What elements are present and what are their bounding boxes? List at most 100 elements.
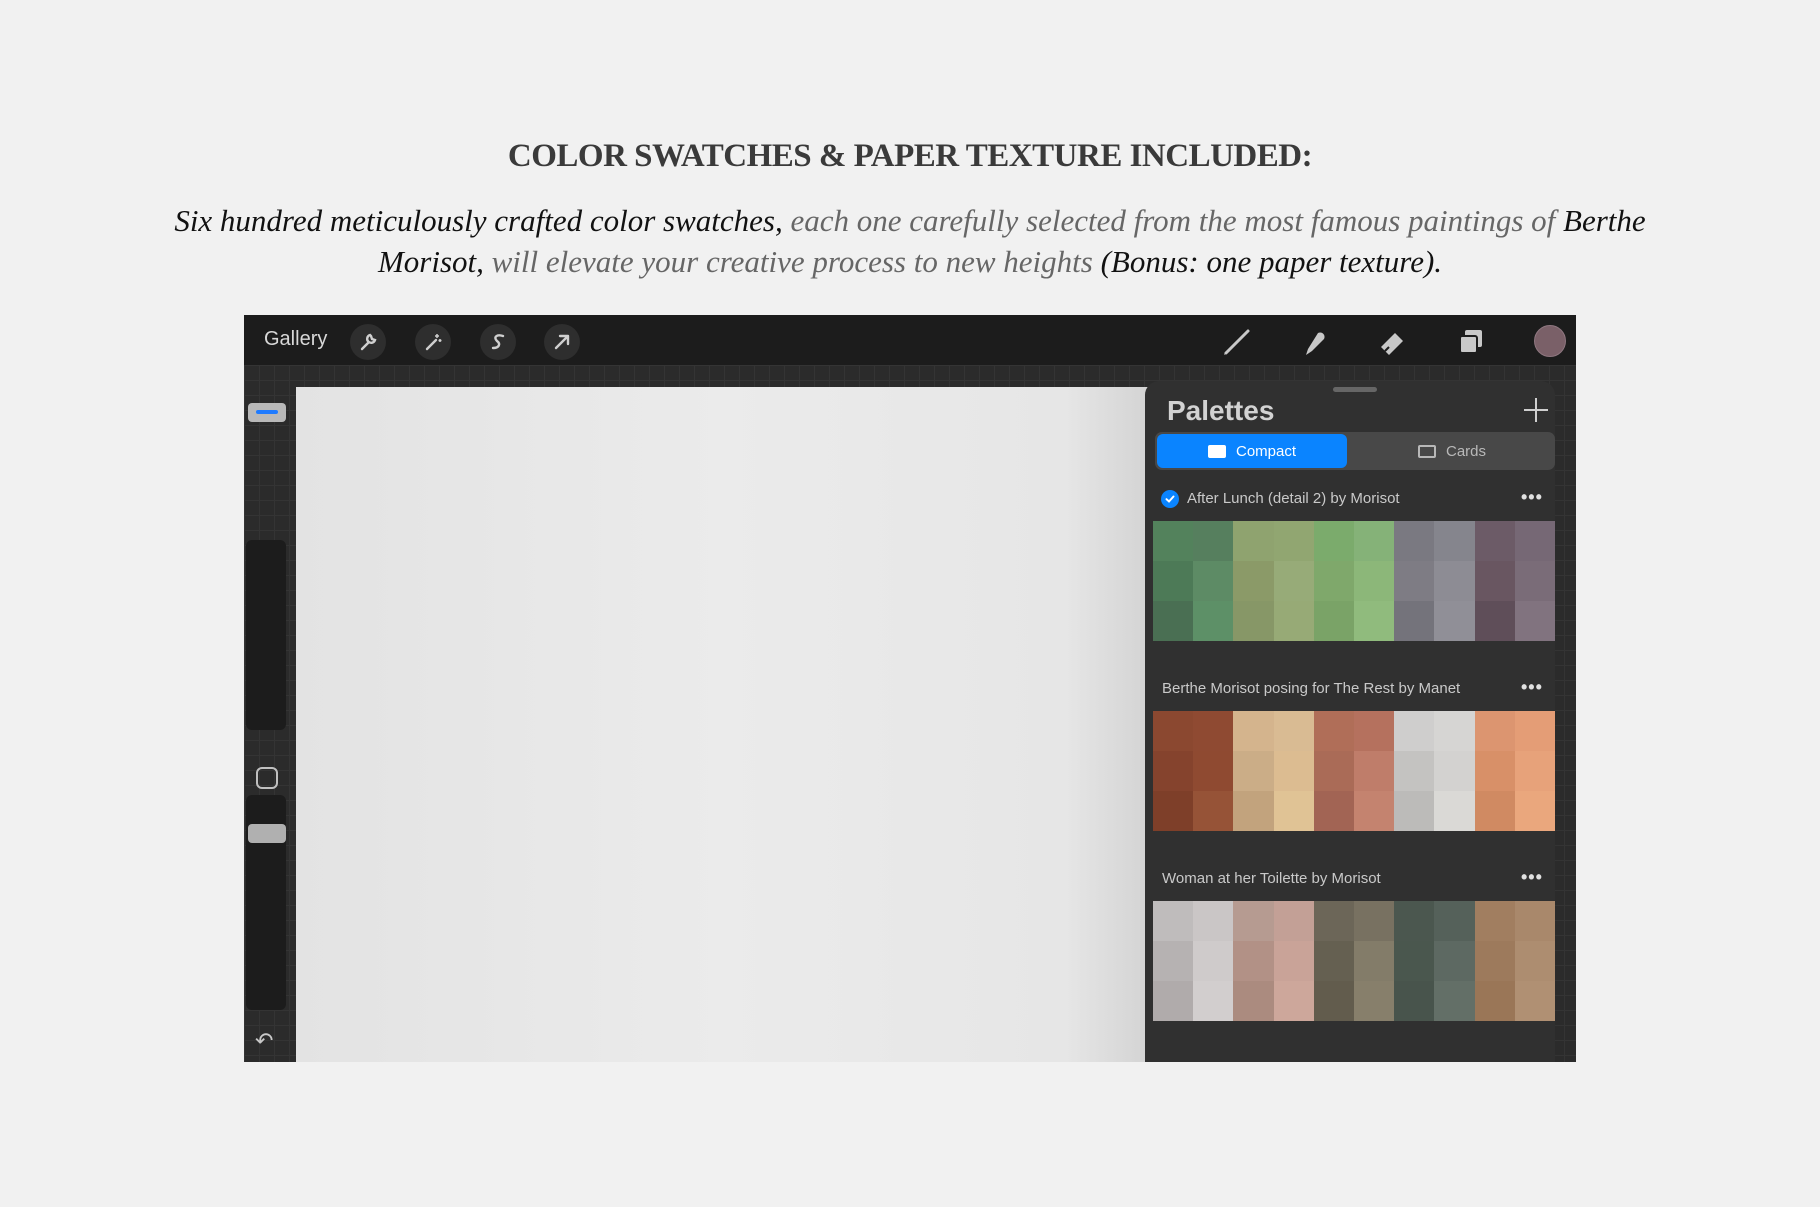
- color-swatch[interactable]: [1193, 901, 1234, 941]
- color-swatch[interactable]: [1193, 601, 1234, 641]
- color-swatch[interactable]: [1153, 601, 1194, 641]
- color-swatch[interactable]: [1233, 981, 1274, 1021]
- color-swatch[interactable]: [1434, 791, 1475, 831]
- color-swatch[interactable]: [1313, 521, 1354, 561]
- color-swatch[interactable]: [1153, 751, 1194, 791]
- color-swatch[interactable]: [1354, 521, 1395, 561]
- color-swatch[interactable]: [1354, 601, 1395, 641]
- color-swatch[interactable]: [1273, 521, 1314, 561]
- color-swatch[interactable]: [1153, 791, 1194, 831]
- color-swatch[interactable]: [1354, 981, 1395, 1021]
- color-swatch[interactable]: [1394, 981, 1435, 1021]
- color-swatch[interactable]: [1474, 901, 1515, 941]
- color-swatch[interactable]: [1514, 791, 1555, 831]
- color-swatch[interactable]: [1354, 791, 1395, 831]
- color-swatch[interactable]: [1273, 981, 1314, 1021]
- color-swatch[interactable]: [1474, 751, 1515, 791]
- color-swatch[interactable]: [1233, 791, 1274, 831]
- color-swatch[interactable]: [1434, 561, 1475, 601]
- color-swatch[interactable]: [1514, 521, 1555, 561]
- color-swatch[interactable]: [1434, 711, 1475, 751]
- color-swatch[interactable]: [1273, 601, 1314, 641]
- color-swatch[interactable]: [1354, 941, 1395, 981]
- wrench-icon[interactable]: [350, 324, 386, 360]
- magic-wand-icon[interactable]: [415, 324, 451, 360]
- color-swatch[interactable]: [1514, 901, 1555, 941]
- color-swatch[interactable]: [1313, 941, 1354, 981]
- selection-s-icon[interactable]: [480, 324, 516, 360]
- color-swatch[interactable]: [1394, 561, 1435, 601]
- color-swatch[interactable]: [1153, 561, 1194, 601]
- color-swatch[interactable]: [1474, 561, 1515, 601]
- color-swatch[interactable]: [1394, 751, 1435, 791]
- color-swatch[interactable]: [1153, 941, 1194, 981]
- color-swatch[interactable]: [1273, 901, 1314, 941]
- color-swatch[interactable]: [1313, 711, 1354, 751]
- brush-size-slider[interactable]: [246, 540, 286, 730]
- color-swatch[interactable]: [1273, 711, 1314, 751]
- color-swatch[interactable]: [1193, 561, 1234, 601]
- color-swatch[interactable]: [1273, 561, 1314, 601]
- default-check-icon[interactable]: [1161, 490, 1179, 508]
- current-color-swatch[interactable]: [1534, 325, 1566, 357]
- color-swatch[interactable]: [1193, 751, 1234, 791]
- paper-canvas[interactable]: [296, 387, 1151, 1062]
- color-swatch[interactable]: [1514, 561, 1555, 601]
- color-swatch[interactable]: [1193, 981, 1234, 1021]
- color-swatch[interactable]: [1153, 901, 1194, 941]
- color-swatch[interactable]: [1153, 711, 1194, 751]
- brush-size-thumb[interactable]: [248, 403, 286, 422]
- color-swatch[interactable]: [1394, 941, 1435, 981]
- more-options-icon[interactable]: •••: [1521, 867, 1543, 888]
- color-swatch[interactable]: [1193, 791, 1234, 831]
- color-swatch[interactable]: [1474, 981, 1515, 1021]
- opacity-thumb[interactable]: [248, 824, 286, 843]
- color-swatch[interactable]: [1514, 941, 1555, 981]
- color-swatch[interactable]: [1434, 981, 1475, 1021]
- color-swatch[interactable]: [1394, 711, 1435, 751]
- color-swatch[interactable]: [1233, 941, 1274, 981]
- modify-square-icon[interactable]: [256, 767, 278, 789]
- eraser-icon[interactable]: [1373, 322, 1413, 362]
- color-swatch[interactable]: [1233, 751, 1274, 791]
- color-swatch[interactable]: [1474, 521, 1515, 561]
- color-swatch[interactable]: [1514, 601, 1555, 641]
- color-swatch[interactable]: [1394, 791, 1435, 831]
- color-swatch[interactable]: [1474, 941, 1515, 981]
- color-swatch[interactable]: [1474, 601, 1515, 641]
- color-swatch[interactable]: [1313, 751, 1354, 791]
- color-swatch[interactable]: [1153, 521, 1194, 561]
- color-swatch[interactable]: [1394, 601, 1435, 641]
- add-palette-icon[interactable]: [1521, 395, 1551, 425]
- color-swatch[interactable]: [1233, 521, 1274, 561]
- color-swatch[interactable]: [1514, 711, 1555, 751]
- color-swatch[interactable]: [1434, 941, 1475, 981]
- color-swatch[interactable]: [1394, 521, 1435, 561]
- color-swatch[interactable]: [1514, 751, 1555, 791]
- color-swatch[interactable]: [1474, 791, 1515, 831]
- panel-drag-handle[interactable]: [1333, 387, 1377, 392]
- arrow-transform-icon[interactable]: [544, 324, 580, 360]
- tab-compact[interactable]: Compact: [1157, 434, 1347, 468]
- more-options-icon[interactable]: •••: [1521, 487, 1543, 508]
- color-swatch[interactable]: [1354, 711, 1395, 751]
- color-swatch[interactable]: [1354, 561, 1395, 601]
- color-swatch[interactable]: [1434, 751, 1475, 791]
- color-swatch[interactable]: [1394, 901, 1435, 941]
- layers-icon[interactable]: [1451, 322, 1491, 362]
- tab-cards[interactable]: Cards: [1351, 434, 1553, 468]
- undo-icon[interactable]: ↶: [255, 1028, 273, 1054]
- color-swatch[interactable]: [1354, 901, 1395, 941]
- color-swatch[interactable]: [1193, 711, 1234, 751]
- color-swatch[interactable]: [1354, 751, 1395, 791]
- color-swatch[interactable]: [1313, 901, 1354, 941]
- color-swatch[interactable]: [1233, 711, 1274, 751]
- color-swatch[interactable]: [1273, 791, 1314, 831]
- color-swatch[interactable]: [1313, 981, 1354, 1021]
- color-swatch[interactable]: [1273, 941, 1314, 981]
- gallery-button[interactable]: Gallery: [264, 328, 327, 351]
- more-options-icon[interactable]: •••: [1521, 677, 1543, 698]
- color-swatch[interactable]: [1313, 791, 1354, 831]
- color-swatch[interactable]: [1434, 521, 1475, 561]
- color-swatch[interactable]: [1233, 601, 1274, 641]
